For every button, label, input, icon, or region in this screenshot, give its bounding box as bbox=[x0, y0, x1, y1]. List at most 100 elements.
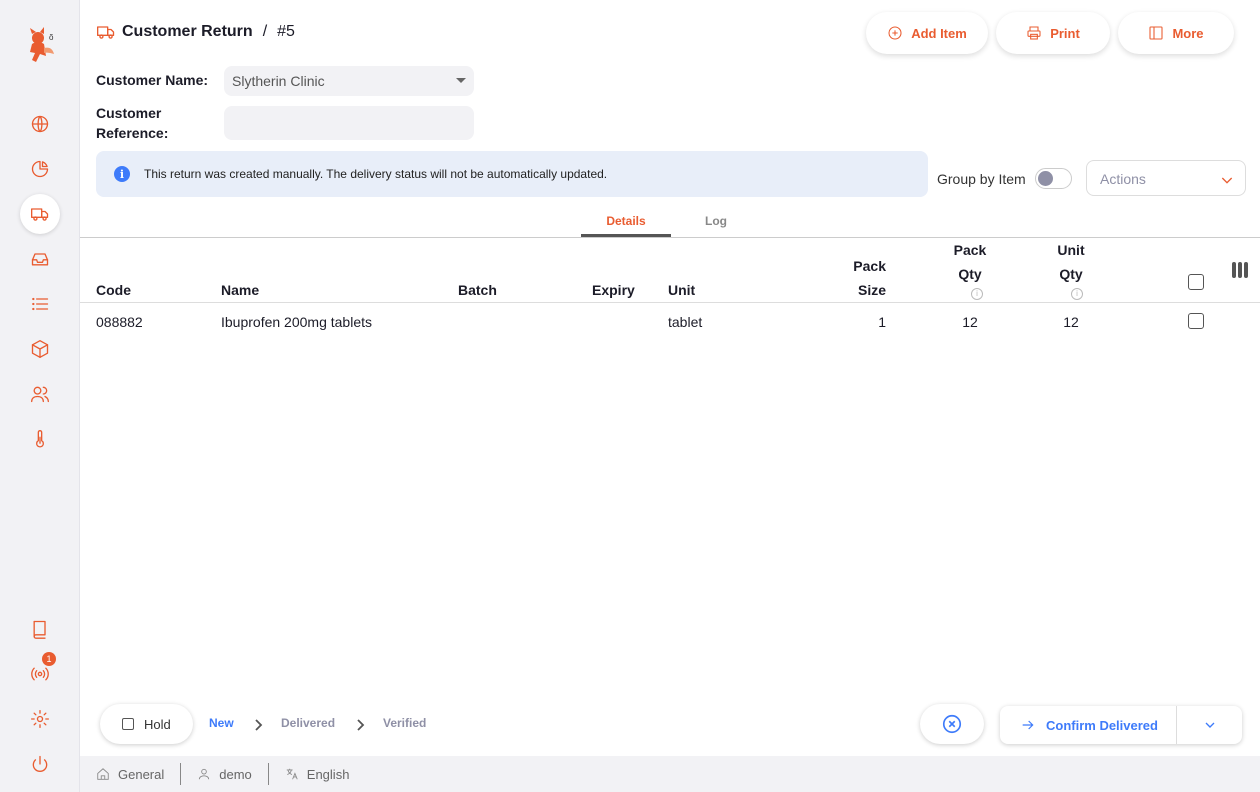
add-item-label: Add Item bbox=[911, 25, 967, 41]
column-header-name[interactable]: Name bbox=[221, 278, 259, 302]
nav-help[interactable] bbox=[20, 609, 60, 649]
main-content: Customer Return / #5 Add Item Print More… bbox=[80, 0, 1260, 792]
column-header-batch[interactable]: Batch bbox=[458, 278, 497, 302]
status-step-verified: Verified bbox=[383, 716, 427, 730]
cell-unit: tablet bbox=[668, 314, 703, 330]
unit-qty-line-2: Qty bbox=[1059, 266, 1083, 282]
more-button[interactable]: More bbox=[1118, 12, 1234, 54]
footer-user[interactable]: demo bbox=[180, 763, 268, 785]
nav-distribution[interactable] bbox=[20, 194, 60, 234]
users-icon bbox=[31, 386, 49, 403]
arrow-right-icon bbox=[1022, 720, 1034, 730]
actions-dropdown[interactable]: Actions bbox=[1086, 160, 1246, 196]
pack-qty-line-2: Qty bbox=[958, 266, 982, 282]
print-button[interactable]: Print bbox=[996, 12, 1110, 54]
settings-icon bbox=[31, 710, 49, 728]
svg-text:õ: õ bbox=[49, 33, 54, 42]
nav-inventory[interactable] bbox=[20, 329, 60, 369]
sidebar-panel-icon bbox=[1149, 26, 1164, 40]
info-icon: i bbox=[114, 166, 130, 182]
confirm-status-split-button: Confirm Delivered bbox=[1000, 706, 1242, 744]
add-item-button[interactable]: Add Item bbox=[866, 12, 988, 54]
pack-qty-info-icon[interactable]: i bbox=[971, 288, 983, 300]
customer-name-select[interactable]: Slytherin Clinic bbox=[224, 66, 474, 96]
footer-store[interactable]: General bbox=[80, 763, 180, 785]
column-header-pack-qty[interactable]: Pack Qty bbox=[940, 238, 1000, 286]
confirm-delivered-label: Confirm Delivered bbox=[1046, 717, 1158, 733]
plus-circle-icon bbox=[888, 26, 902, 40]
chevron-right-icon bbox=[355, 718, 365, 731]
column-header-unit[interactable]: Unit bbox=[668, 278, 695, 302]
footer-language[interactable]: English bbox=[267, 763, 366, 785]
list-icon bbox=[32, 297, 49, 311]
truck-icon bbox=[30, 208, 49, 221]
customer-reference-label: Customer Reference: bbox=[96, 105, 169, 141]
hold-checkbox[interactable] bbox=[122, 718, 134, 730]
sidebar: õ 1 bbox=[0, 0, 80, 792]
chevron-right-icon bbox=[253, 718, 263, 731]
translate-icon bbox=[286, 768, 298, 780]
nav-replenishment[interactable] bbox=[20, 239, 60, 279]
cancel-button[interactable] bbox=[920, 704, 984, 744]
caret-down-icon bbox=[456, 78, 466, 83]
tab-log[interactable]: Log bbox=[671, 214, 761, 228]
confirm-options-dropdown[interactable] bbox=[1177, 717, 1242, 733]
nav-cold-chain[interactable] bbox=[20, 419, 60, 459]
pack-size-line-1: Pack bbox=[853, 258, 886, 274]
hold-toggle[interactable]: Hold bbox=[100, 704, 193, 744]
row-checkbox[interactable] bbox=[1188, 313, 1204, 329]
app-logo[interactable]: õ bbox=[22, 26, 58, 66]
select-all-checkbox[interactable] bbox=[1188, 274, 1204, 290]
table-header-divider bbox=[80, 302, 1260, 303]
customer-reference-input[interactable] bbox=[224, 106, 474, 140]
group-by-item-toggle[interactable] bbox=[1035, 168, 1072, 189]
nav-logout[interactable] bbox=[20, 744, 60, 784]
language-name: English bbox=[306, 766, 350, 782]
chevron-down-icon bbox=[1205, 722, 1214, 728]
tab-details[interactable]: Details bbox=[581, 214, 671, 228]
store-name: General bbox=[118, 766, 165, 782]
page-title: Customer Return / #5 bbox=[96, 22, 295, 42]
power-icon bbox=[32, 755, 48, 772]
globe-icon bbox=[31, 115, 49, 133]
hold-label: Hold bbox=[144, 716, 171, 732]
actions-placeholder: Actions bbox=[1100, 171, 1146, 187]
pack-qty-line-1: Pack bbox=[953, 242, 987, 258]
pack-size-line-2: Size bbox=[857, 282, 886, 298]
confirm-delivered-button[interactable]: Confirm Delivered bbox=[1000, 706, 1177, 744]
pie-chart-icon bbox=[31, 160, 49, 178]
column-header-expiry[interactable]: Expiry bbox=[592, 278, 635, 302]
nav-patients[interactable] bbox=[20, 374, 60, 414]
column-settings-icon[interactable] bbox=[1232, 262, 1248, 278]
title-separator: / bbox=[262, 23, 268, 40]
inbox-icon bbox=[31, 253, 49, 266]
book-icon bbox=[33, 620, 46, 639]
nav-sync[interactable]: 1 bbox=[20, 652, 60, 694]
chevron-down-icon bbox=[1221, 177, 1233, 184]
group-by-item-label: Group by Item bbox=[937, 171, 1026, 187]
home-icon bbox=[97, 768, 109, 780]
close-circle-icon bbox=[942, 714, 962, 734]
customer-name-value: Slytherin Clinic bbox=[232, 73, 325, 89]
user-icon bbox=[199, 768, 210, 780]
customer-name-label: Customer Name: bbox=[96, 72, 209, 88]
nav-dashboard[interactable] bbox=[20, 149, 60, 189]
broadcast-icon bbox=[31, 667, 49, 681]
column-header-pack-size[interactable]: Pack Size bbox=[826, 254, 886, 302]
nav-globe[interactable] bbox=[20, 104, 60, 144]
nav-catalogue[interactable] bbox=[20, 284, 60, 324]
column-header-code[interactable]: Code bbox=[96, 278, 131, 302]
unit-qty-info-icon[interactable]: i bbox=[1071, 288, 1083, 300]
printer-icon bbox=[1027, 26, 1041, 40]
more-label: More bbox=[1172, 25, 1204, 41]
cell-code: 088882 bbox=[96, 314, 143, 330]
status-step-delivered: Delivered bbox=[281, 716, 336, 730]
unit-qty-line-1: Unit bbox=[1057, 242, 1085, 258]
truck-icon bbox=[97, 26, 115, 39]
column-header-unit-qty[interactable]: Unit Qty bbox=[1041, 238, 1101, 286]
nav-settings[interactable] bbox=[20, 699, 60, 739]
user-name: demo bbox=[219, 766, 252, 782]
page-title-text: Customer Return bbox=[122, 23, 253, 40]
cell-name: Ibuprofen 200mg tablets bbox=[221, 314, 372, 330]
sync-badge: 1 bbox=[42, 652, 56, 666]
